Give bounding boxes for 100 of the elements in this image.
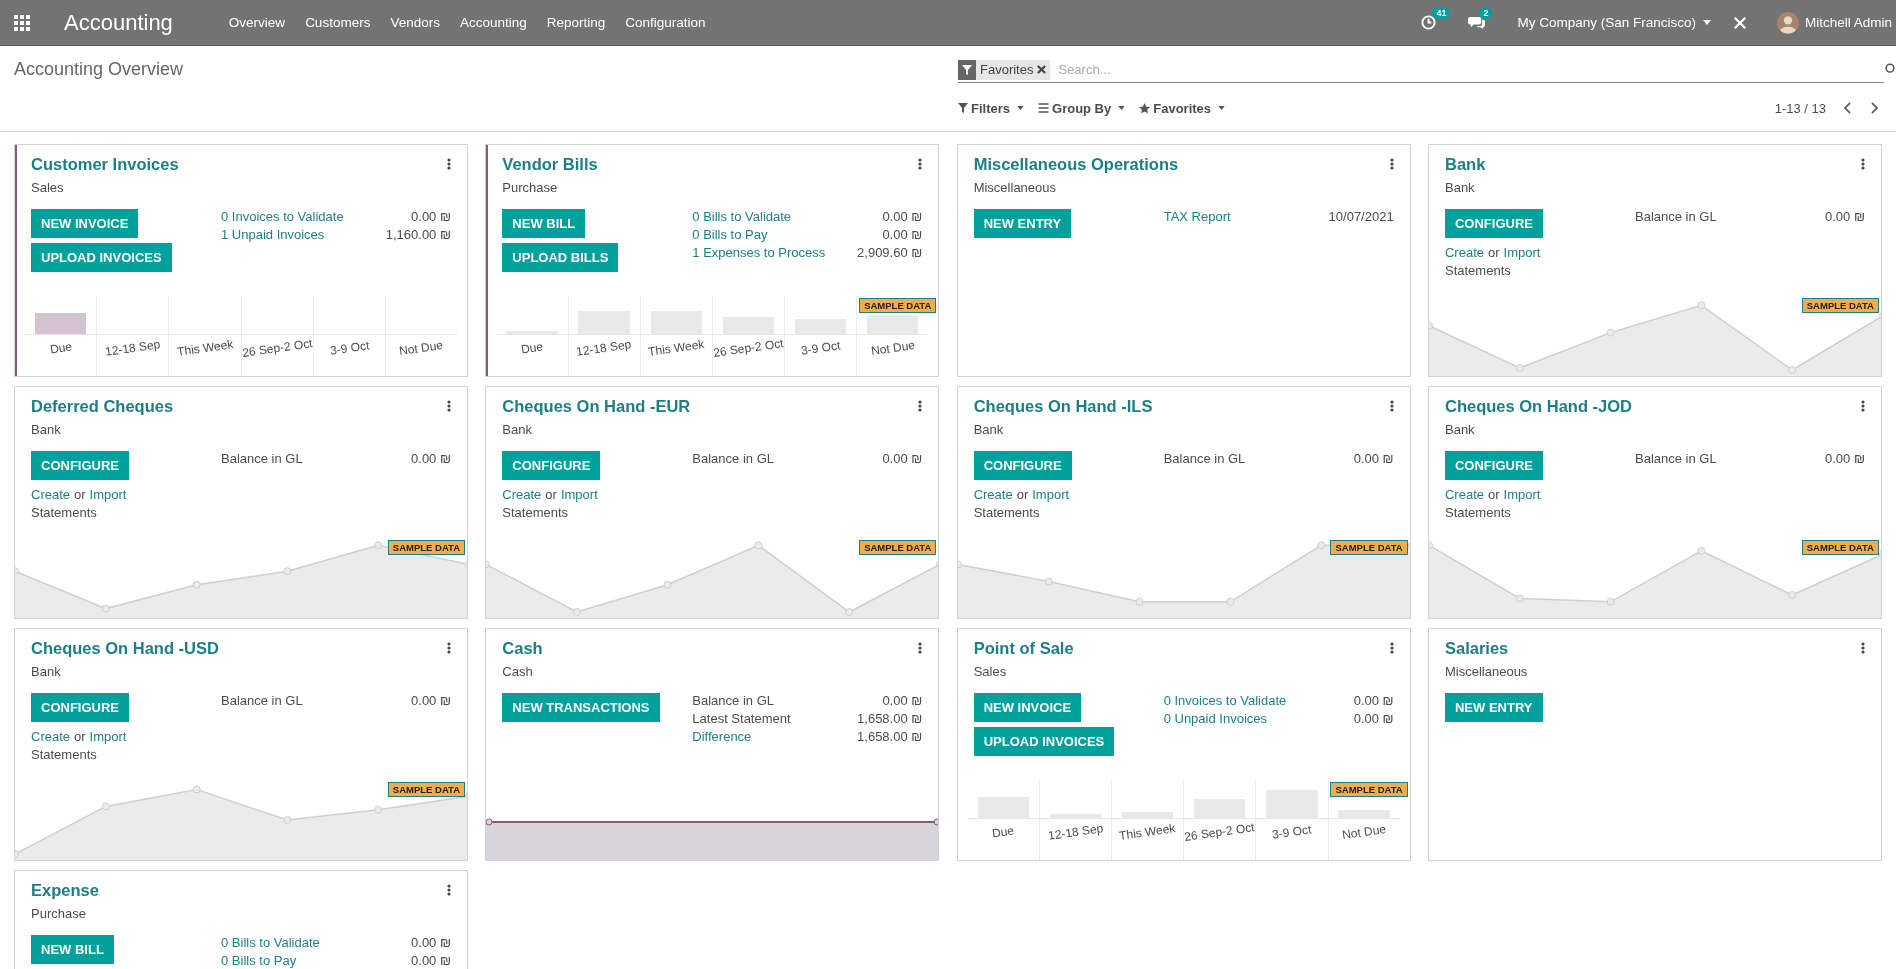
dots-menu-icon[interactable]	[1389, 158, 1394, 170]
action-button[interactable]: NEW INVOICE	[973, 693, 1082, 722]
stat-link[interactable]: TAX Report	[1163, 209, 1329, 224]
import-link[interactable]: Import	[89, 729, 127, 744]
previous-icon[interactable]	[1844, 102, 1852, 114]
dots-menu-icon[interactable]	[1389, 400, 1394, 412]
chart-point	[192, 580, 201, 589]
card-title[interactable]: Customer Invoices	[31, 155, 179, 174]
menu-item[interactable]: Configuration	[625, 15, 706, 30]
card-title[interactable]: Vendor Bills	[502, 155, 598, 174]
user-name[interactable]: Mitchell Admin	[1804, 15, 1892, 30]
chat-icon[interactable]	[1468, 15, 1486, 30]
dots-menu-icon[interactable]	[918, 642, 923, 654]
stat-link[interactable]: Difference	[692, 729, 858, 744]
chart-point	[1044, 577, 1053, 586]
import-link[interactable]: Import	[1503, 487, 1541, 502]
action-button[interactable]: UPLOAD BILLS	[502, 243, 619, 272]
import-link[interactable]: Import	[89, 487, 127, 502]
create-link[interactable]: Create	[973, 487, 1013, 502]
dots-menu-icon[interactable]	[447, 400, 451, 412]
menu-item[interactable]: Overview	[228, 15, 286, 30]
stat-link[interactable]: 0 Bills to Validate	[692, 209, 858, 224]
stat-link[interactable]: 1 Expenses to Process	[692, 245, 858, 260]
action-button[interactable]: NEW BILL	[502, 209, 586, 238]
import-link[interactable]: Import	[560, 487, 598, 502]
avatar-icon[interactable]	[1776, 11, 1799, 34]
create-link[interactable]: Create	[502, 487, 542, 502]
dots-menu-icon[interactable]	[918, 400, 923, 412]
create-link[interactable]: Create	[31, 729, 71, 744]
close-icon[interactable]	[1037, 65, 1047, 74]
menu-item[interactable]: Reporting	[546, 15, 606, 30]
card-title[interactable]: Point of Sale	[973, 639, 1074, 658]
action-button[interactable]: NEW BILL	[31, 935, 114, 964]
search-field[interactable]: Favorites Search...	[958, 57, 1884, 83]
chart-point	[1788, 366, 1797, 374]
pager-value: 1-13 / 13	[1774, 100, 1826, 116]
or-text: or	[74, 729, 86, 744]
axis-label: 26 Sep-2 Oct	[241, 336, 314, 360]
stat-link[interactable]: 0 Unpaid Invoices	[1163, 711, 1354, 726]
search-icon[interactable]	[1884, 62, 1896, 76]
menu-item[interactable]: Accounting	[459, 15, 527, 30]
import-link[interactable]: Import	[1032, 487, 1070, 502]
action-button[interactable]: CONFIGURE	[1445, 451, 1543, 480]
create-link[interactable]: Create	[1445, 487, 1484, 502]
dots-menu-icon[interactable]	[918, 158, 923, 170]
card-title[interactable]: Cheques On Hand -JOD	[1445, 397, 1632, 416]
dropdown-toggle[interactable]: Group By	[1038, 100, 1126, 116]
dropdown-toggle[interactable]: Favorites	[1139, 100, 1226, 116]
action-button[interactable]: CONFIGURE	[31, 693, 129, 722]
card-title[interactable]: Expense	[31, 881, 99, 900]
clock-icon[interactable]	[1421, 15, 1437, 30]
card-title[interactable]: Deferred Cheques	[31, 397, 174, 416]
chart-point	[192, 785, 201, 794]
action-button[interactable]: NEW ENTRY	[1445, 693, 1543, 722]
dots-menu-icon[interactable]	[1861, 400, 1865, 412]
chart-point	[283, 816, 292, 824]
card-title[interactable]: Cash	[502, 639, 543, 658]
action-button[interactable]: CONFIGURE	[973, 451, 1072, 480]
dropdown-toggle[interactable]: Filters	[958, 100, 1024, 116]
menu-item[interactable]: Customers	[305, 15, 371, 30]
action-button[interactable]: CONFIGURE	[31, 451, 129, 480]
card-subtitle: Cash	[502, 664, 534, 679]
card-title[interactable]: Cheques On Hand -EUR	[502, 397, 691, 416]
action-button[interactable]: UPLOAD INVOICES	[31, 243, 172, 272]
axis-label: 12-18 Sep	[1047, 821, 1104, 843]
action-button[interactable]: NEW ENTRY	[973, 209, 1072, 238]
card-title[interactable]: Salaries	[1445, 639, 1528, 658]
dots-menu-icon[interactable]	[1861, 642, 1865, 654]
dots-menu-icon[interactable]	[447, 642, 451, 654]
app-name[interactable]: Accounting	[64, 9, 173, 36]
chart-point	[283, 567, 292, 576]
search-facet[interactable]: Favorites	[958, 59, 1051, 80]
action-button[interactable]: UPLOAD INVOICES	[973, 727, 1115, 756]
card-title[interactable]: Cheques On Hand -ILS	[973, 397, 1153, 416]
action-button[interactable]: CONFIGURE	[502, 451, 601, 480]
stat-link[interactable]: 0 Bills to Validate	[221, 935, 412, 950]
card-title[interactable]: Miscellaneous Operations	[973, 155, 1179, 174]
card-subtitle: Miscellaneous	[1445, 664, 1528, 679]
card-title[interactable]: Cheques On Hand -USD	[31, 639, 219, 658]
stat-link[interactable]: 0 Bills to Pay	[692, 227, 858, 242]
stat-link[interactable]: 1 Unpaid Invoices	[221, 227, 386, 242]
create-link[interactable]: Create	[31, 487, 71, 502]
dots-menu-icon[interactable]	[1389, 642, 1394, 654]
next-icon[interactable]	[1870, 102, 1878, 114]
apps-menu-icon[interactable]	[14, 14, 30, 31]
stat-link[interactable]: 0 Invoices to Validate	[1163, 693, 1354, 708]
stat-link[interactable]: 0 Invoices to Validate	[221, 209, 386, 224]
card-subtitle: Purchase	[31, 906, 87, 921]
dots-menu-icon[interactable]	[447, 158, 451, 170]
import-link[interactable]: Import	[1503, 245, 1541, 260]
card-title[interactable]: Bank	[1445, 155, 1486, 174]
action-button[interactable]: NEW INVOICE	[31, 209, 139, 238]
menu-item[interactable]: Vendors	[390, 15, 440, 30]
company-switcher[interactable]: My Company (San Francisco)	[1517, 15, 1696, 30]
create-link[interactable]: Create	[1445, 245, 1484, 260]
dots-menu-icon[interactable]	[1861, 158, 1865, 170]
action-button[interactable]: CONFIGURE	[1445, 209, 1543, 238]
stat-link[interactable]: 0 Bills to Pay	[221, 953, 412, 968]
action-button[interactable]: NEW TRANSACTIONS	[502, 693, 660, 722]
dots-menu-icon[interactable]	[447, 884, 451, 896]
